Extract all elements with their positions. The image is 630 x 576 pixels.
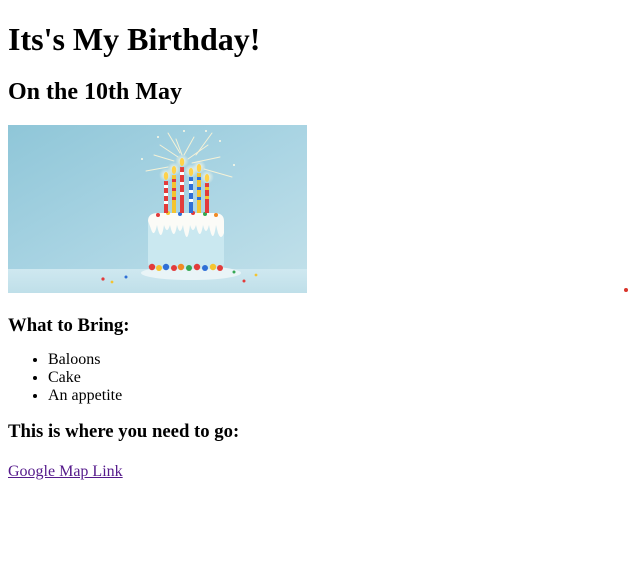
what-to-bring-heading: What to Bring: <box>8 315 130 336</box>
red-dot-marker <box>624 288 628 292</box>
google-map-link[interactable]: Google Map Link <box>8 463 123 480</box>
list-item: Cake <box>48 369 622 387</box>
bring-list: Baloons Cake An appetite <box>8 351 622 405</box>
page-title: Its's My Birthday! <box>8 21 261 57</box>
date-heading: On the 10th May <box>8 79 182 105</box>
list-item: An appetite <box>48 387 622 405</box>
map-link-paragraph: Google Map Link <box>8 463 622 481</box>
list-item: Baloons <box>48 351 622 369</box>
birthday-cake-image <box>8 125 307 293</box>
directions-heading: This is where you need to go: <box>8 421 240 442</box>
page: Its's My Birthday! On the 10th May What … <box>0 21 630 481</box>
